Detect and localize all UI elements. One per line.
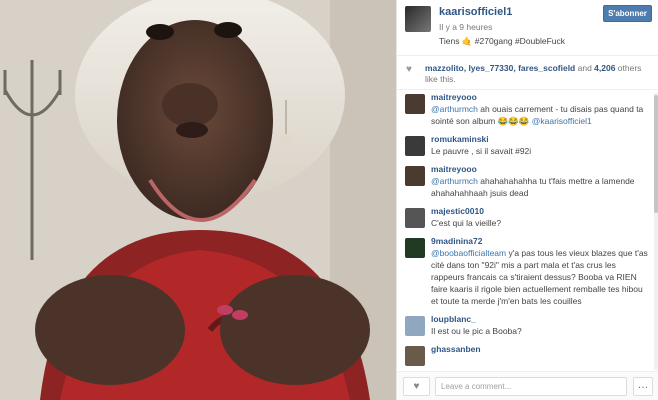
- author-avatar[interactable]: [405, 6, 431, 32]
- comment-composer: ♥ …: [397, 371, 658, 400]
- comment-text: Le pauvre , si il savait #92i: [431, 145, 649, 157]
- likes-count[interactable]: 4,206: [594, 63, 615, 73]
- heart-icon: ♥: [406, 64, 412, 75]
- comment-username[interactable]: romukaminski: [431, 133, 649, 145]
- comment-mention[interactable]: @kaarisofficiel1: [532, 116, 592, 126]
- comment-text: @boobaofficialteam y'a pas tous les vieu…: [431, 247, 649, 307]
- author-username[interactable]: kaarisofficiel1: [439, 6, 512, 18]
- comment-username[interactable]: 9madinina72: [431, 235, 649, 247]
- comment-text: @arthurmch ah ouais carrement - tu disai…: [431, 103, 649, 127]
- comment-avatar[interactable]: [405, 94, 425, 114]
- comment-text: @arthurmch ahahahahahha tu t'fais mettre…: [431, 175, 649, 199]
- comment-avatar[interactable]: [405, 238, 425, 258]
- post-detail-panel: kaarisofficiel1 Il y a 9 heures Tiens 🤙 …: [396, 0, 658, 400]
- comment-avatar[interactable]: [405, 316, 425, 336]
- post-photo[interactable]: [0, 0, 396, 400]
- comments-list[interactable]: maitreyooo @arthurmch ah ouais carrement …: [397, 91, 658, 371]
- comment-text: C'est qui la vieille?: [431, 217, 649, 229]
- comment-avatar[interactable]: [405, 208, 425, 228]
- comment-body: C'est qui la vieille?: [431, 218, 502, 228]
- post-viewer: kaarisofficiel1 Il y a 9 heures Tiens 🤙 …: [0, 0, 658, 400]
- ellipsis-icon: …: [637, 379, 649, 391]
- photo-illustration: [0, 0, 396, 400]
- comment-avatar[interactable]: [405, 346, 425, 366]
- post-timestamp: Il y a 9 heures: [439, 22, 493, 32]
- comment-item: 9madinina72 @boobaofficialteam y'a pas to…: [397, 235, 658, 307]
- comment-avatar[interactable]: [405, 166, 425, 186]
- comment-body: Il est ou le pic a Booba?: [431, 326, 522, 336]
- likes-summary: ♥ mazzolito, lyes_77330, fares_scofield …: [397, 56, 658, 90]
- scrollbar-thumb[interactable]: [654, 95, 658, 213]
- comment-avatar[interactable]: [405, 136, 425, 156]
- comment-username[interactable]: loupblanc_: [431, 313, 649, 325]
- comment-text: Il est ou le pic a Booba?: [431, 325, 649, 337]
- comment-username[interactable]: maitreyooo: [431, 163, 649, 175]
- follow-button[interactable]: S'abonner: [603, 5, 652, 22]
- comment-username[interactable]: majestic0010: [431, 205, 649, 217]
- comment-mention[interactable]: @arthurmch: [431, 176, 478, 186]
- comments-scrollbar[interactable]: [654, 93, 658, 370]
- comment-mention[interactable]: @arthurmch: [431, 104, 478, 114]
- likes-and: and: [575, 63, 595, 73]
- comment-item: maitreyooo @arthurmch ah ouais carrement …: [397, 91, 658, 127]
- comment-body: Le pauvre , si il savait #92i: [431, 146, 532, 156]
- post-header: kaarisofficiel1 Il y a 9 heures Tiens 🤙 …: [397, 0, 658, 56]
- comment-item: maitreyooo @arthurmch ahahahahahha tu t'f…: [397, 163, 658, 199]
- comment-username[interactable]: maitreyooo: [431, 91, 649, 103]
- heart-outline-icon: ♥: [413, 381, 420, 392]
- comment-mention[interactable]: @boobaofficialteam: [431, 248, 506, 258]
- comment-item: ghassanben: [397, 343, 658, 366]
- post-caption: Tiens 🤙 #270gang #DoubleFuck: [439, 36, 566, 46]
- comment-input[interactable]: [435, 377, 627, 396]
- comment-item: loupblanc_ Il est ou le pic a Booba?: [397, 313, 658, 337]
- comment-item: majestic0010 C'est qui la vieille?: [397, 205, 658, 229]
- more-options-button[interactable]: …: [633, 377, 653, 396]
- likers-names[interactable]: mazzolito, lyes_77330, fares_scofield: [425, 63, 575, 73]
- like-button[interactable]: ♥: [403, 377, 430, 396]
- comment-username[interactable]: ghassanben: [431, 343, 649, 355]
- comment-item: romukaminski Le pauvre , si il savait #92…: [397, 133, 658, 157]
